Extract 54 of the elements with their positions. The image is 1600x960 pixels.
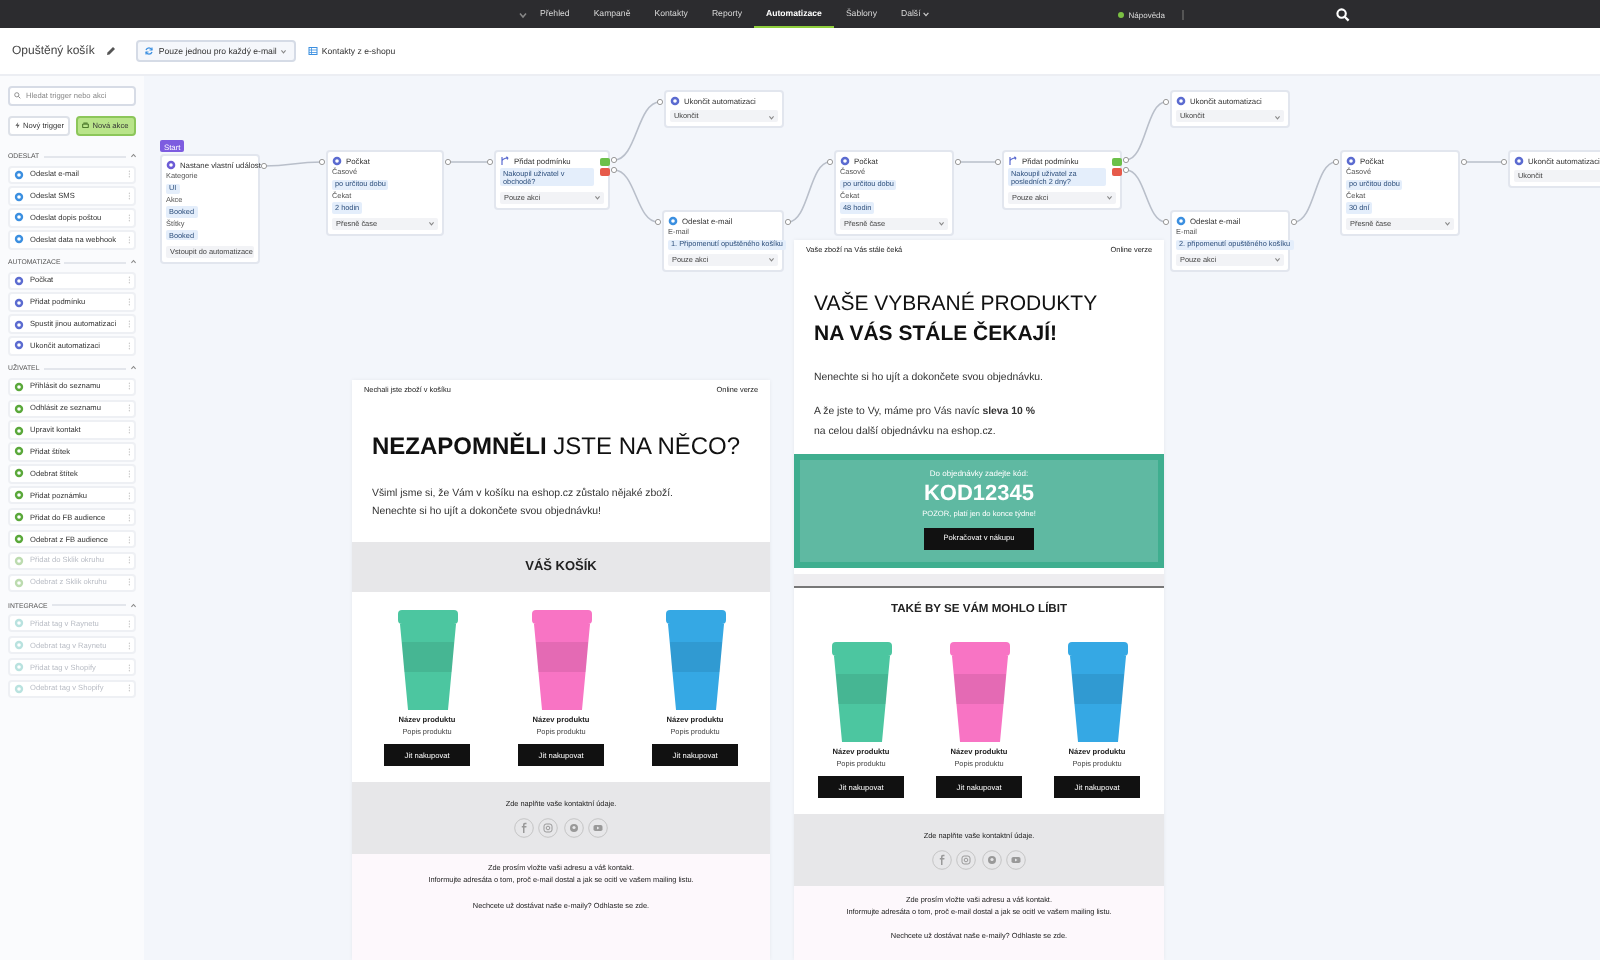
circle-icon xyxy=(1514,156,1524,166)
caret-icon xyxy=(937,220,944,228)
pencil-icon[interactable] xyxy=(106,46,117,56)
circle-icon xyxy=(670,96,680,106)
branch-icon xyxy=(500,156,510,166)
connector xyxy=(260,158,326,170)
caret-icon xyxy=(1273,256,1280,264)
caret-icon xyxy=(1273,113,1280,121)
email-heading: VAŠE VYBRANÉ PRODUKTY NA VÁS STÁLE ČEKAJÍ! xyxy=(812,289,1100,350)
connector xyxy=(784,158,834,226)
search-icon xyxy=(14,92,21,100)
facebook-icon[interactable] xyxy=(931,850,952,871)
youtube-icon[interactable] xyxy=(588,818,609,839)
instagram-icon[interactable] xyxy=(956,850,977,871)
lightning-icon xyxy=(13,121,21,129)
instagram-icon[interactable] xyxy=(538,818,559,839)
caret-icon xyxy=(767,256,774,264)
no-marker xyxy=(1112,168,1122,176)
connector xyxy=(444,158,494,166)
connector xyxy=(1460,158,1508,166)
caret-icon xyxy=(280,47,288,55)
no-marker xyxy=(600,168,610,176)
connector xyxy=(1122,166,1170,226)
caret-icon xyxy=(767,113,774,121)
circle-icon xyxy=(166,160,176,170)
caret-icon xyxy=(1105,194,1112,202)
circle-icon xyxy=(840,156,850,166)
connector xyxy=(610,98,664,164)
connector xyxy=(610,166,662,226)
connector xyxy=(1290,158,1340,226)
connector xyxy=(1122,98,1170,164)
caret-icon xyxy=(1443,220,1450,228)
facebook-icon[interactable] xyxy=(513,818,534,839)
email-heading: NEZAPOMNĚLI JSTE NA NĚCO? xyxy=(370,430,743,464)
caret-icon xyxy=(593,194,600,202)
chevron-down-icon xyxy=(518,9,528,19)
action-icon xyxy=(14,662,24,672)
branch-icon xyxy=(1008,156,1018,166)
circle-icon xyxy=(332,156,342,166)
list-icon xyxy=(307,46,318,56)
yes-marker xyxy=(1112,158,1122,166)
coupon-code: KOD12345 xyxy=(923,481,1035,506)
circle-icon xyxy=(1346,156,1356,166)
caret-icon xyxy=(427,220,434,228)
status-dot xyxy=(1118,11,1125,17)
stack-icon xyxy=(82,121,90,129)
circle-icon xyxy=(1176,216,1186,226)
circle-icon xyxy=(1176,96,1186,106)
youtube-icon[interactable] xyxy=(1006,850,1027,871)
search-icon[interactable] xyxy=(1335,7,1350,21)
yes-marker xyxy=(600,158,610,166)
connector xyxy=(954,158,1002,166)
circle-icon xyxy=(668,216,678,226)
refresh-icon xyxy=(144,46,155,56)
